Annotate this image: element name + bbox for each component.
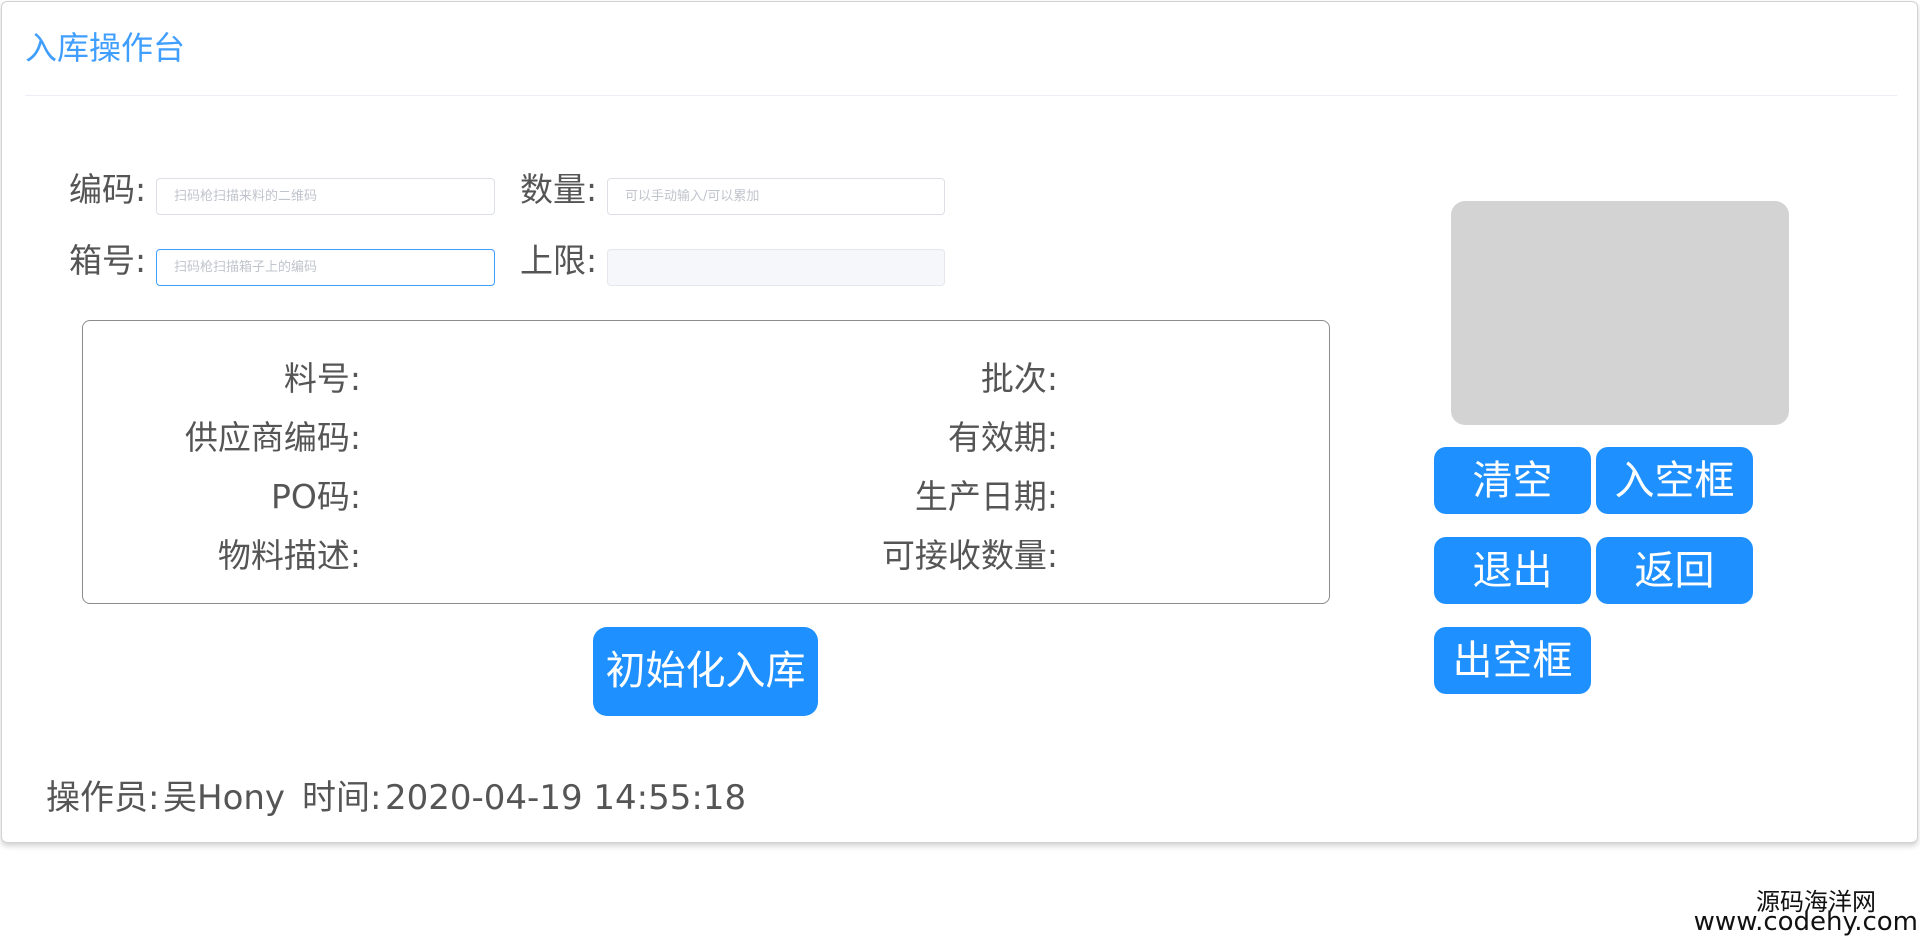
code-input[interactable]	[156, 178, 495, 215]
quantity-input[interactable]	[607, 178, 945, 215]
exit-button[interactable]: 退出	[1434, 537, 1591, 604]
upper-limit-label: 上限:	[520, 241, 598, 280]
receivable-quantity-label: 可接收数量:	[881, 536, 1058, 575]
empty-box-in-button[interactable]: 入空框	[1596, 447, 1753, 514]
watermark-site-url: www.codehy.com	[1693, 907, 1918, 937]
quantity-label: 数量:	[520, 170, 598, 209]
supplier-code-label: 供应商编码:	[184, 418, 361, 457]
po-code-label: PO码:	[271, 477, 361, 516]
clear-button[interactable]: 清空	[1434, 447, 1591, 514]
operator-label: 操作员:	[46, 778, 160, 818]
material-info-panel: 料号: 供应商编码: PO码: 物料描述: 批次: 有效期: 生产日期: 可接收…	[82, 320, 1330, 604]
operator-name: 吴Hony	[163, 778, 286, 818]
box-number-input[interactable]	[156, 249, 495, 286]
time-value: 2020-04-19 14:55:18	[385, 778, 747, 818]
upper-limit-input	[607, 249, 945, 286]
inbound-console-card: 入库操作台 编码: 数量: 箱号: 上限: 料号: 供应商编码: PO码: 物料…	[1, 1, 1918, 843]
preview-area	[1451, 201, 1789, 425]
empty-box-out-button[interactable]: 出空框	[1434, 627, 1591, 694]
title-divider	[25, 95, 1897, 96]
code-label: 编码:	[69, 170, 147, 209]
batch-label: 批次:	[980, 359, 1058, 398]
page-title: 入库操作台	[25, 29, 186, 67]
part-number-label: 料号:	[283, 359, 361, 398]
production-date-label: 生产日期:	[914, 477, 1058, 516]
expiry-date-label: 有效期:	[947, 418, 1058, 457]
time-label: 时间:	[302, 778, 382, 818]
initialize-inbound-button[interactable]: 初始化入库	[593, 627, 818, 716]
box-number-label: 箱号:	[69, 241, 147, 280]
material-description-label: 物料描述:	[217, 536, 361, 575]
back-button[interactable]: 返回	[1596, 537, 1753, 604]
